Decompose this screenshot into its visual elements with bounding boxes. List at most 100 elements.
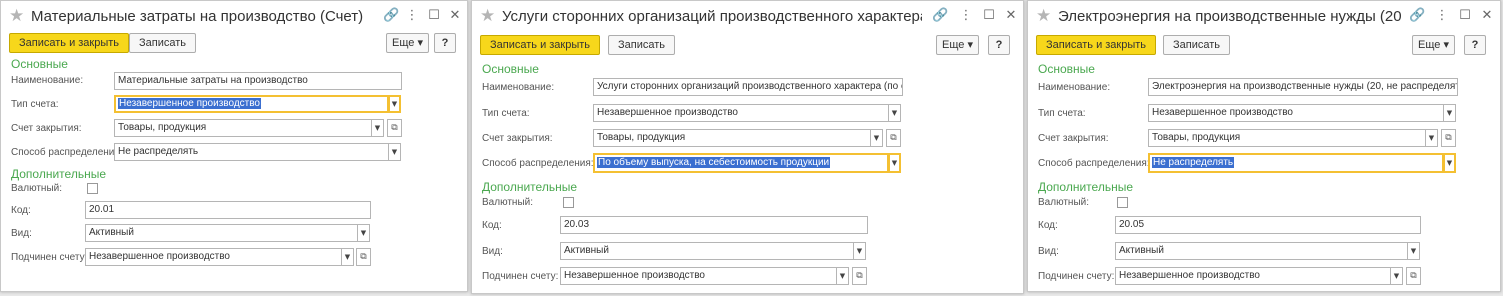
code-label: Код:	[482, 220, 502, 231]
closing-account-label: Счет закрытия:	[1038, 133, 1109, 144]
kind-dropdown-icon[interactable]: ▼	[853, 242, 866, 260]
closing-account-dropdown-icon[interactable]: ▼	[870, 129, 883, 147]
more-actions-icon[interactable]: ⋮	[1435, 8, 1449, 23]
more-label: Еще	[942, 39, 965, 51]
distribution-value: По объему выпуска, на себестоимость прод…	[597, 157, 831, 168]
account-type-select[interactable]: Незавершенное производство	[1148, 104, 1444, 122]
parent-open-icon[interactable]: ⧉	[1406, 267, 1421, 285]
more-button[interactable]: Еще ▾	[936, 35, 979, 55]
distribution-select[interactable]: Не распределять	[114, 143, 389, 161]
favorite-star-icon[interactable]: ★	[9, 6, 24, 26]
closing-account-open-icon[interactable]: ⧉	[886, 129, 901, 147]
closing-account-dropdown-icon[interactable]: ▼	[371, 119, 384, 137]
favorite-star-icon[interactable]: ★	[480, 6, 495, 26]
group-main-header: Основные	[482, 62, 539, 76]
name-input[interactable]: Услуги сторонних организаций производств…	[593, 78, 903, 96]
code-input[interactable]: 20.05	[1115, 216, 1421, 234]
link-icon[interactable]: 🔗	[1409, 8, 1425, 23]
save-and-close-button[interactable]: Записать и закрыть	[1036, 35, 1157, 55]
save-button[interactable]: Записать	[129, 33, 197, 53]
distribution-label: Способ распределения:	[482, 158, 594, 169]
code-input[interactable]: 20.03	[560, 216, 868, 234]
closing-account-input[interactable]: Товары, продукция	[114, 119, 372, 137]
closing-account-open-icon[interactable]: ⧉	[387, 119, 402, 137]
closing-account-dropdown-icon[interactable]: ▼	[1425, 129, 1438, 147]
distribution-dropdown-icon[interactable]: ▼	[888, 153, 901, 173]
kind-select[interactable]: Активный	[1115, 242, 1408, 260]
account-type-value: Незавершенное производство	[118, 98, 261, 109]
account-type-dropdown-icon[interactable]: ▼	[388, 95, 401, 113]
account-window-1: ★ Материальные затраты на производство (…	[0, 0, 468, 292]
link-icon[interactable]: 🔗	[932, 8, 948, 23]
save-button[interactable]: Записать	[1163, 35, 1231, 55]
help-button[interactable]: ?	[434, 33, 456, 53]
distribution-dropdown-icon[interactable]: ▼	[388, 143, 401, 161]
favorite-star-icon[interactable]: ★	[1036, 6, 1051, 26]
more-actions-icon[interactable]: ⋮	[405, 8, 419, 23]
more-button[interactable]: Еще ▾	[386, 33, 429, 53]
distribution-select[interactable]: Не распределять	[1148, 153, 1444, 173]
name-label: Наименование:	[11, 75, 84, 86]
account-window-3: ★ Электроэнергия на производственные нуж…	[1027, 0, 1501, 292]
maximize-icon[interactable]: ☐	[1458, 8, 1472, 23]
closing-account-input[interactable]: Товары, продукция	[1148, 129, 1426, 147]
help-button[interactable]: ?	[988, 35, 1010, 55]
group-extra-header: Дополнительные	[11, 167, 106, 181]
link-icon[interactable]: 🔗	[383, 8, 399, 23]
name-input[interactable]: Электроэнергия на производственные нужды…	[1148, 78, 1458, 96]
save-button[interactable]: Записать	[608, 35, 676, 55]
close-icon[interactable]: ✕	[1004, 8, 1018, 23]
parent-label: Подчинен счету:	[1038, 271, 1115, 282]
parent-open-icon[interactable]: ⧉	[852, 267, 867, 285]
currency-checkbox[interactable]	[87, 183, 98, 194]
window-title: Услуги сторонних организаций производств…	[502, 8, 922, 25]
code-label: Код:	[1038, 220, 1058, 231]
more-button[interactable]: Еще ▾	[1412, 35, 1455, 55]
name-input[interactable]: Материальные затраты на производство	[114, 72, 402, 90]
group-extra-header: Дополнительные	[1038, 180, 1133, 194]
account-type-dropdown-icon[interactable]: ▼	[1443, 104, 1456, 122]
parent-dropdown-icon[interactable]: ▼	[341, 248, 354, 266]
group-extra-header: Дополнительные	[482, 180, 577, 194]
closing-account-input[interactable]: Товары, продукция	[593, 129, 871, 147]
more-label: Еще	[392, 37, 415, 49]
closing-account-open-icon[interactable]: ⧉	[1441, 129, 1456, 147]
currency-checkbox[interactable]	[1117, 197, 1128, 208]
parent-label: Подчинен счету:	[482, 271, 559, 282]
window-titlebar: ★ Материальные затраты на производство (…	[1, 1, 467, 33]
parent-dropdown-icon[interactable]: ▼	[836, 267, 849, 285]
parent-input[interactable]: Незавершенное производство	[85, 248, 342, 266]
account-window-2: ★ Услуги сторонних организаций производс…	[471, 0, 1024, 294]
kind-label: Вид:	[11, 228, 32, 239]
more-actions-icon[interactable]: ⋮	[959, 8, 973, 23]
kind-select[interactable]: Активный	[560, 242, 854, 260]
account-type-select[interactable]: Незавершенное производство	[593, 104, 889, 122]
parent-open-icon[interactable]: ⧉	[356, 248, 371, 266]
currency-checkbox[interactable]	[563, 197, 574, 208]
window-title: Материальные затраты на производство (Сч…	[31, 8, 364, 25]
account-type-dropdown-icon[interactable]: ▼	[888, 104, 901, 122]
help-button[interactable]: ?	[1464, 35, 1486, 55]
kind-dropdown-icon[interactable]: ▼	[1407, 242, 1420, 260]
maximize-icon[interactable]: ☐	[982, 8, 996, 23]
more-label: Еще	[1418, 39, 1441, 51]
distribution-select[interactable]: По объему выпуска, на себестоимость прод…	[593, 153, 889, 173]
window-title: Электроэнергия на производственные нужды…	[1058, 8, 1403, 25]
maximize-icon[interactable]: ☐	[427, 8, 441, 23]
distribution-label: Способ распределения:	[11, 147, 123, 158]
parent-input[interactable]: Незавершенное производство	[560, 267, 837, 285]
close-icon[interactable]: ✕	[1480, 8, 1494, 23]
kind-select[interactable]: Активный	[85, 224, 358, 242]
kind-label: Вид:	[482, 246, 503, 257]
close-icon[interactable]: ✕	[448, 8, 462, 23]
kind-dropdown-icon[interactable]: ▼	[357, 224, 370, 242]
save-and-close-button[interactable]: Записать и закрыть	[9, 33, 130, 53]
distribution-dropdown-icon[interactable]: ▼	[1443, 153, 1456, 173]
code-input[interactable]: 20.01	[85, 201, 371, 219]
parent-input[interactable]: Незавершенное производство	[1115, 267, 1391, 285]
account-type-select[interactable]: Незавершенное производство	[114, 95, 389, 113]
parent-dropdown-icon[interactable]: ▼	[1390, 267, 1403, 285]
window-titlebar: ★ Услуги сторонних организаций производс…	[472, 1, 1023, 33]
account-type-label: Тип счета:	[482, 108, 530, 119]
save-and-close-button[interactable]: Записать и закрыть	[480, 35, 601, 55]
